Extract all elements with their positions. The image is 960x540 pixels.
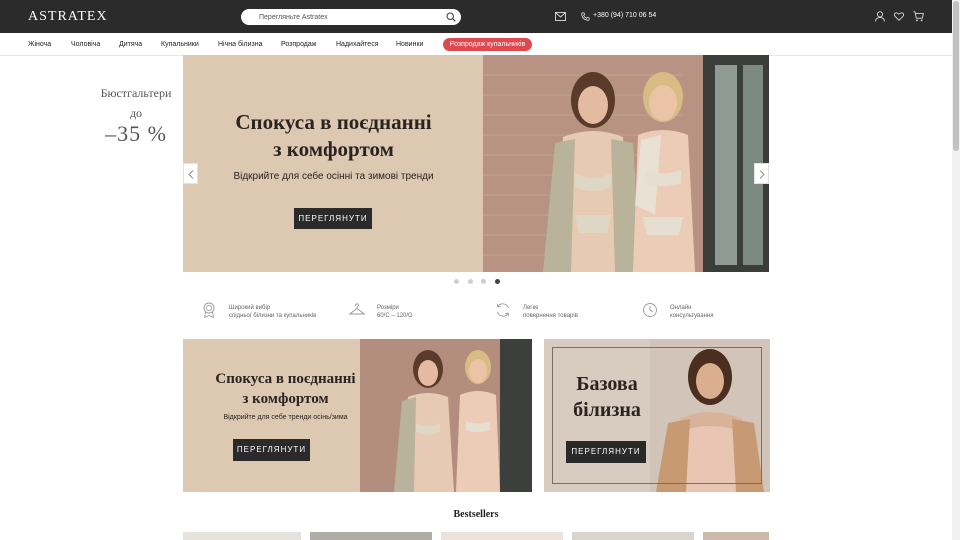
chevron-right-icon (759, 170, 765, 179)
heart-icon[interactable] (894, 12, 904, 21)
feature-title: Розміри (377, 305, 399, 311)
feature-title: Онлайн (670, 305, 692, 311)
side-promo-until: до (129, 106, 143, 120)
hero-image (483, 55, 769, 272)
mail-icon[interactable] (555, 12, 566, 21)
banner-seduction[interactable]: Спокуса в поєднанні з комфортом Відкрийт… (183, 339, 532, 492)
slider-dot[interactable] (481, 279, 486, 284)
banner-seduction-title-line2: з комфортом (242, 391, 329, 407)
hero-view-button[interactable]: ПЕРЕГЛЯНУТИ (294, 208, 372, 229)
phone-icon (581, 12, 590, 21)
nav-item-nightwear[interactable]: Нічна білизна (218, 41, 263, 48)
chevron-left-icon (188, 170, 194, 179)
banner-basic-lingerie[interactable]: Базова білизна ПЕРЕГЛЯНУТИ (544, 339, 770, 492)
banner-seduction-subtitle: Відкрийте для себе тренди осінь/зима (223, 414, 348, 421)
feature-desc: консультування (670, 313, 714, 319)
side-promo[interactable]: Бюстгальтери до –35 % (96, 86, 176, 146)
feature-desc: спідньої білизни та купальників (229, 313, 317, 319)
slider-dot[interactable] (454, 279, 459, 284)
banner-basic-title-line2: білизна (573, 399, 641, 421)
nav-item-sale[interactable]: Розпродаж (281, 41, 316, 48)
award-icon (203, 302, 215, 318)
side-promo-title: Бюстгальтери (100, 86, 172, 100)
nav-item-inspiration[interactable]: Надихайтеся (336, 41, 378, 48)
feature-desc: 60/C – 120/G (377, 313, 413, 319)
banner-basic-view-button[interactable]: ПЕРЕГЛЯНУТИ (566, 441, 646, 463)
scrollbar-thumb[interactable] (953, 1, 959, 151)
logo[interactable]: ASTRATEX (28, 9, 108, 25)
user-icon[interactable] (875, 11, 885, 22)
hero-title: Спокуса в поєднанні з комфортом (211, 109, 456, 163)
clock-icon (643, 303, 657, 317)
banner-seduction-image (360, 339, 532, 492)
product-card[interactable] (183, 532, 301, 540)
search-input[interactable] (259, 10, 439, 24)
nav-item-swimwear[interactable]: Купальники (161, 41, 199, 48)
slider-dot-active[interactable] (495, 279, 500, 284)
cart-icon[interactable] (913, 11, 924, 22)
return-icon (496, 303, 510, 317)
hero-title-line2: з комфортом (273, 137, 394, 161)
nav-item-new[interactable]: Новинки (396, 41, 423, 48)
search-icon[interactable] (446, 12, 456, 22)
bestsellers-heading: Bestsellers (453, 509, 499, 520)
site-header: ASTRATEX +380 (94) 710 06 54 (0, 0, 952, 33)
hero-slider: Спокуса в поєднанні з комфортом Відкрийт… (183, 55, 769, 272)
nav-promo-swimwear-sale[interactable]: Розпродаж купальників (443, 38, 532, 51)
banner-seduction-title-line1: Спокуса в поєднанні (215, 371, 356, 387)
slider-next-button[interactable] (754, 163, 769, 184)
hero-title-line1: Спокуса в поєднанні (235, 110, 432, 134)
search-box[interactable] (241, 9, 461, 25)
slider-dot[interactable] (468, 279, 473, 284)
banner-basic-title-line1: Базова (576, 373, 638, 395)
slider-prev-button[interactable] (183, 163, 198, 184)
hero-subtitle: Відкрийте для себе осінні та зимові трен… (233, 171, 434, 182)
phone-number[interactable]: +380 (94) 710 06 54 (593, 12, 656, 19)
feature-title: Легке (523, 305, 539, 311)
nav-item-women[interactable]: Жіноча (28, 41, 51, 48)
banner-basic-lingerie-title: Базова білизна (558, 371, 656, 423)
feature-title: Широкий вибір (229, 305, 271, 311)
banner-seduction-title: Спокуса в поєднанні з комфортом (193, 369, 378, 409)
nav-item-kids[interactable]: Дитяча (119, 41, 142, 48)
product-card[interactable] (572, 532, 694, 540)
product-card[interactable] (703, 532, 769, 540)
product-card[interactable] (441, 532, 563, 540)
nav-item-men[interactable]: Чоловіча (71, 41, 100, 48)
banner-seduction-view-button[interactable]: ПЕРЕГЛЯНУТИ (233, 439, 310, 461)
feature-desc: повернення товарів (523, 313, 578, 319)
side-promo-discount: –35 % (105, 121, 167, 146)
product-card[interactable] (310, 532, 432, 540)
hanger-icon (349, 303, 365, 315)
main-nav: Жіноча Чоловіча Дитяча Купальники Нічна … (0, 33, 952, 56)
